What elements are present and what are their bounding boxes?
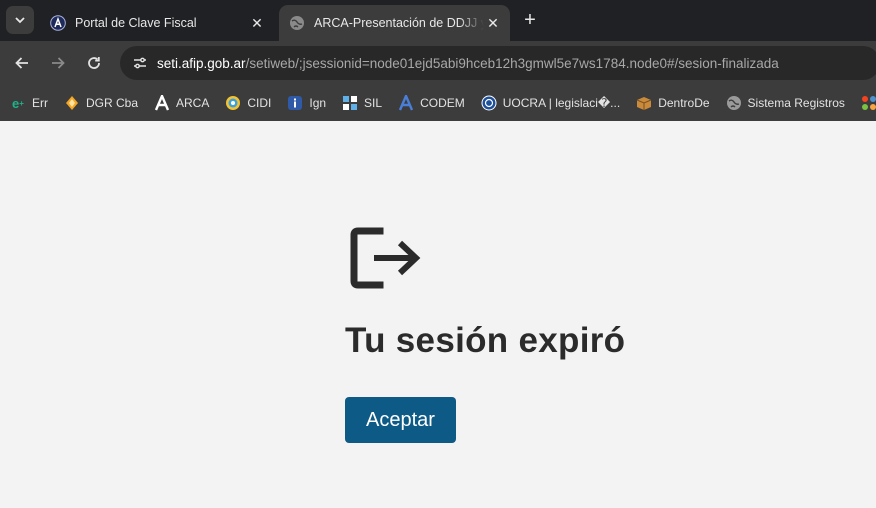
session-expired-title: Tu sesión expiró (345, 321, 626, 360)
close-icon[interactable]: ✕ (484, 14, 502, 32)
tune-icon (134, 57, 146, 69)
bookmark-label: Ign (309, 96, 327, 110)
bookmark-err[interactable]: e + Err (10, 95, 48, 111)
back-button[interactable] (10, 51, 34, 75)
bookmark-uocra[interactable]: UOCRA | legislaci�... (481, 95, 620, 111)
toolbar: seti.afip.gob.ar/setiweb/;jsessionid=nod… (0, 41, 876, 85)
url-path: /setiweb/;jsessionid=node01ejd5abi9hceb1… (245, 55, 779, 71)
joomla-icon (861, 96, 876, 110)
bookmark-label: DGR Cba (86, 96, 139, 110)
new-tab-button[interactable]: + (519, 10, 541, 32)
bookmark-dgr-cba[interactable]: DGR Cba (64, 95, 138, 111)
tab-search-button[interactable] (6, 6, 34, 34)
url-text: seti.afip.gob.ar/setiweb/;jsessionid=nod… (157, 56, 779, 71)
accept-button[interactable]: Aceptar (345, 397, 456, 443)
bookmark-label: CODEM (420, 96, 465, 110)
bookmark-label: SIL (364, 96, 383, 110)
arca-favicon-icon (50, 15, 66, 31)
bookmark-fa[interactable]: Fa (861, 95, 876, 111)
globe-icon (290, 16, 304, 30)
bookmark-codem[interactable]: CODEM (398, 95, 465, 111)
forward-button[interactable] (46, 51, 70, 75)
logout-icon (350, 227, 421, 289)
bookmark-label: Err (32, 96, 48, 110)
e-plus-icon: e + (12, 95, 24, 111)
info-icon (288, 96, 303, 110)
globe-icon (726, 96, 741, 110)
uocra-icon (481, 95, 497, 111)
tab-portal-clave-fiscal[interactable]: Portal de Clave Fiscal ✕ (40, 5, 274, 41)
bookmarks-bar: e + Err DGR Cba ARCA CIDI Ign SIL CODEM U… (0, 85, 876, 121)
bookmark-sistema-registros[interactable]: Sistema Registros (726, 95, 845, 111)
reload-icon (88, 57, 100, 69)
arrow-right-icon (52, 57, 65, 69)
site-info-button[interactable] (128, 51, 152, 75)
bookmark-label: UOCRA | legislaci�... (502, 96, 621, 110)
bookmark-label: CIDI (247, 96, 272, 110)
bookmark-cidi[interactable]: CIDI (225, 95, 271, 111)
bookmark-label: Sistema Registros (747, 96, 845, 110)
dgr-icon (66, 96, 78, 110)
tab-title: Portal de Clave Fiscal (75, 16, 197, 30)
url-host: seti.afip.gob.ar (157, 55, 246, 71)
bookmark-label: ARCA (176, 96, 210, 110)
bookmark-arca[interactable]: ARCA (154, 95, 209, 111)
bookmark-label: DentroDe (658, 96, 710, 110)
cidi-icon (226, 96, 241, 110)
session-expired-page: Tu sesión expiró Aceptar (0, 121, 876, 508)
box-icon (636, 97, 652, 110)
codem-icon (398, 95, 414, 111)
bookmark-ign[interactable]: Ign (287, 95, 326, 111)
tab-arca-ddjj[interactable]: ARCA-Presentación de DDJJ y Pagos ✕ (279, 5, 510, 41)
close-icon[interactable]: ✕ (248, 14, 266, 32)
chevron-down-icon (15, 17, 25, 24)
arca-icon (154, 95, 170, 111)
reload-button[interactable] (82, 51, 106, 75)
tab-strip: Portal de Clave Fiscal ✕ ARCA-Presentaci… (0, 0, 876, 41)
address-bar[interactable]: seti.afip.gob.ar/setiweb/;jsessionid=nod… (120, 46, 876, 80)
bookmark-dentrode[interactable]: DentroDe (636, 95, 710, 111)
tab-title: ARCA-Presentación de DDJJ y Pagos (314, 16, 484, 30)
arrow-left-icon (15, 57, 28, 69)
bookmark-sil[interactable]: SIL (342, 95, 382, 111)
sil-icon (343, 96, 358, 110)
